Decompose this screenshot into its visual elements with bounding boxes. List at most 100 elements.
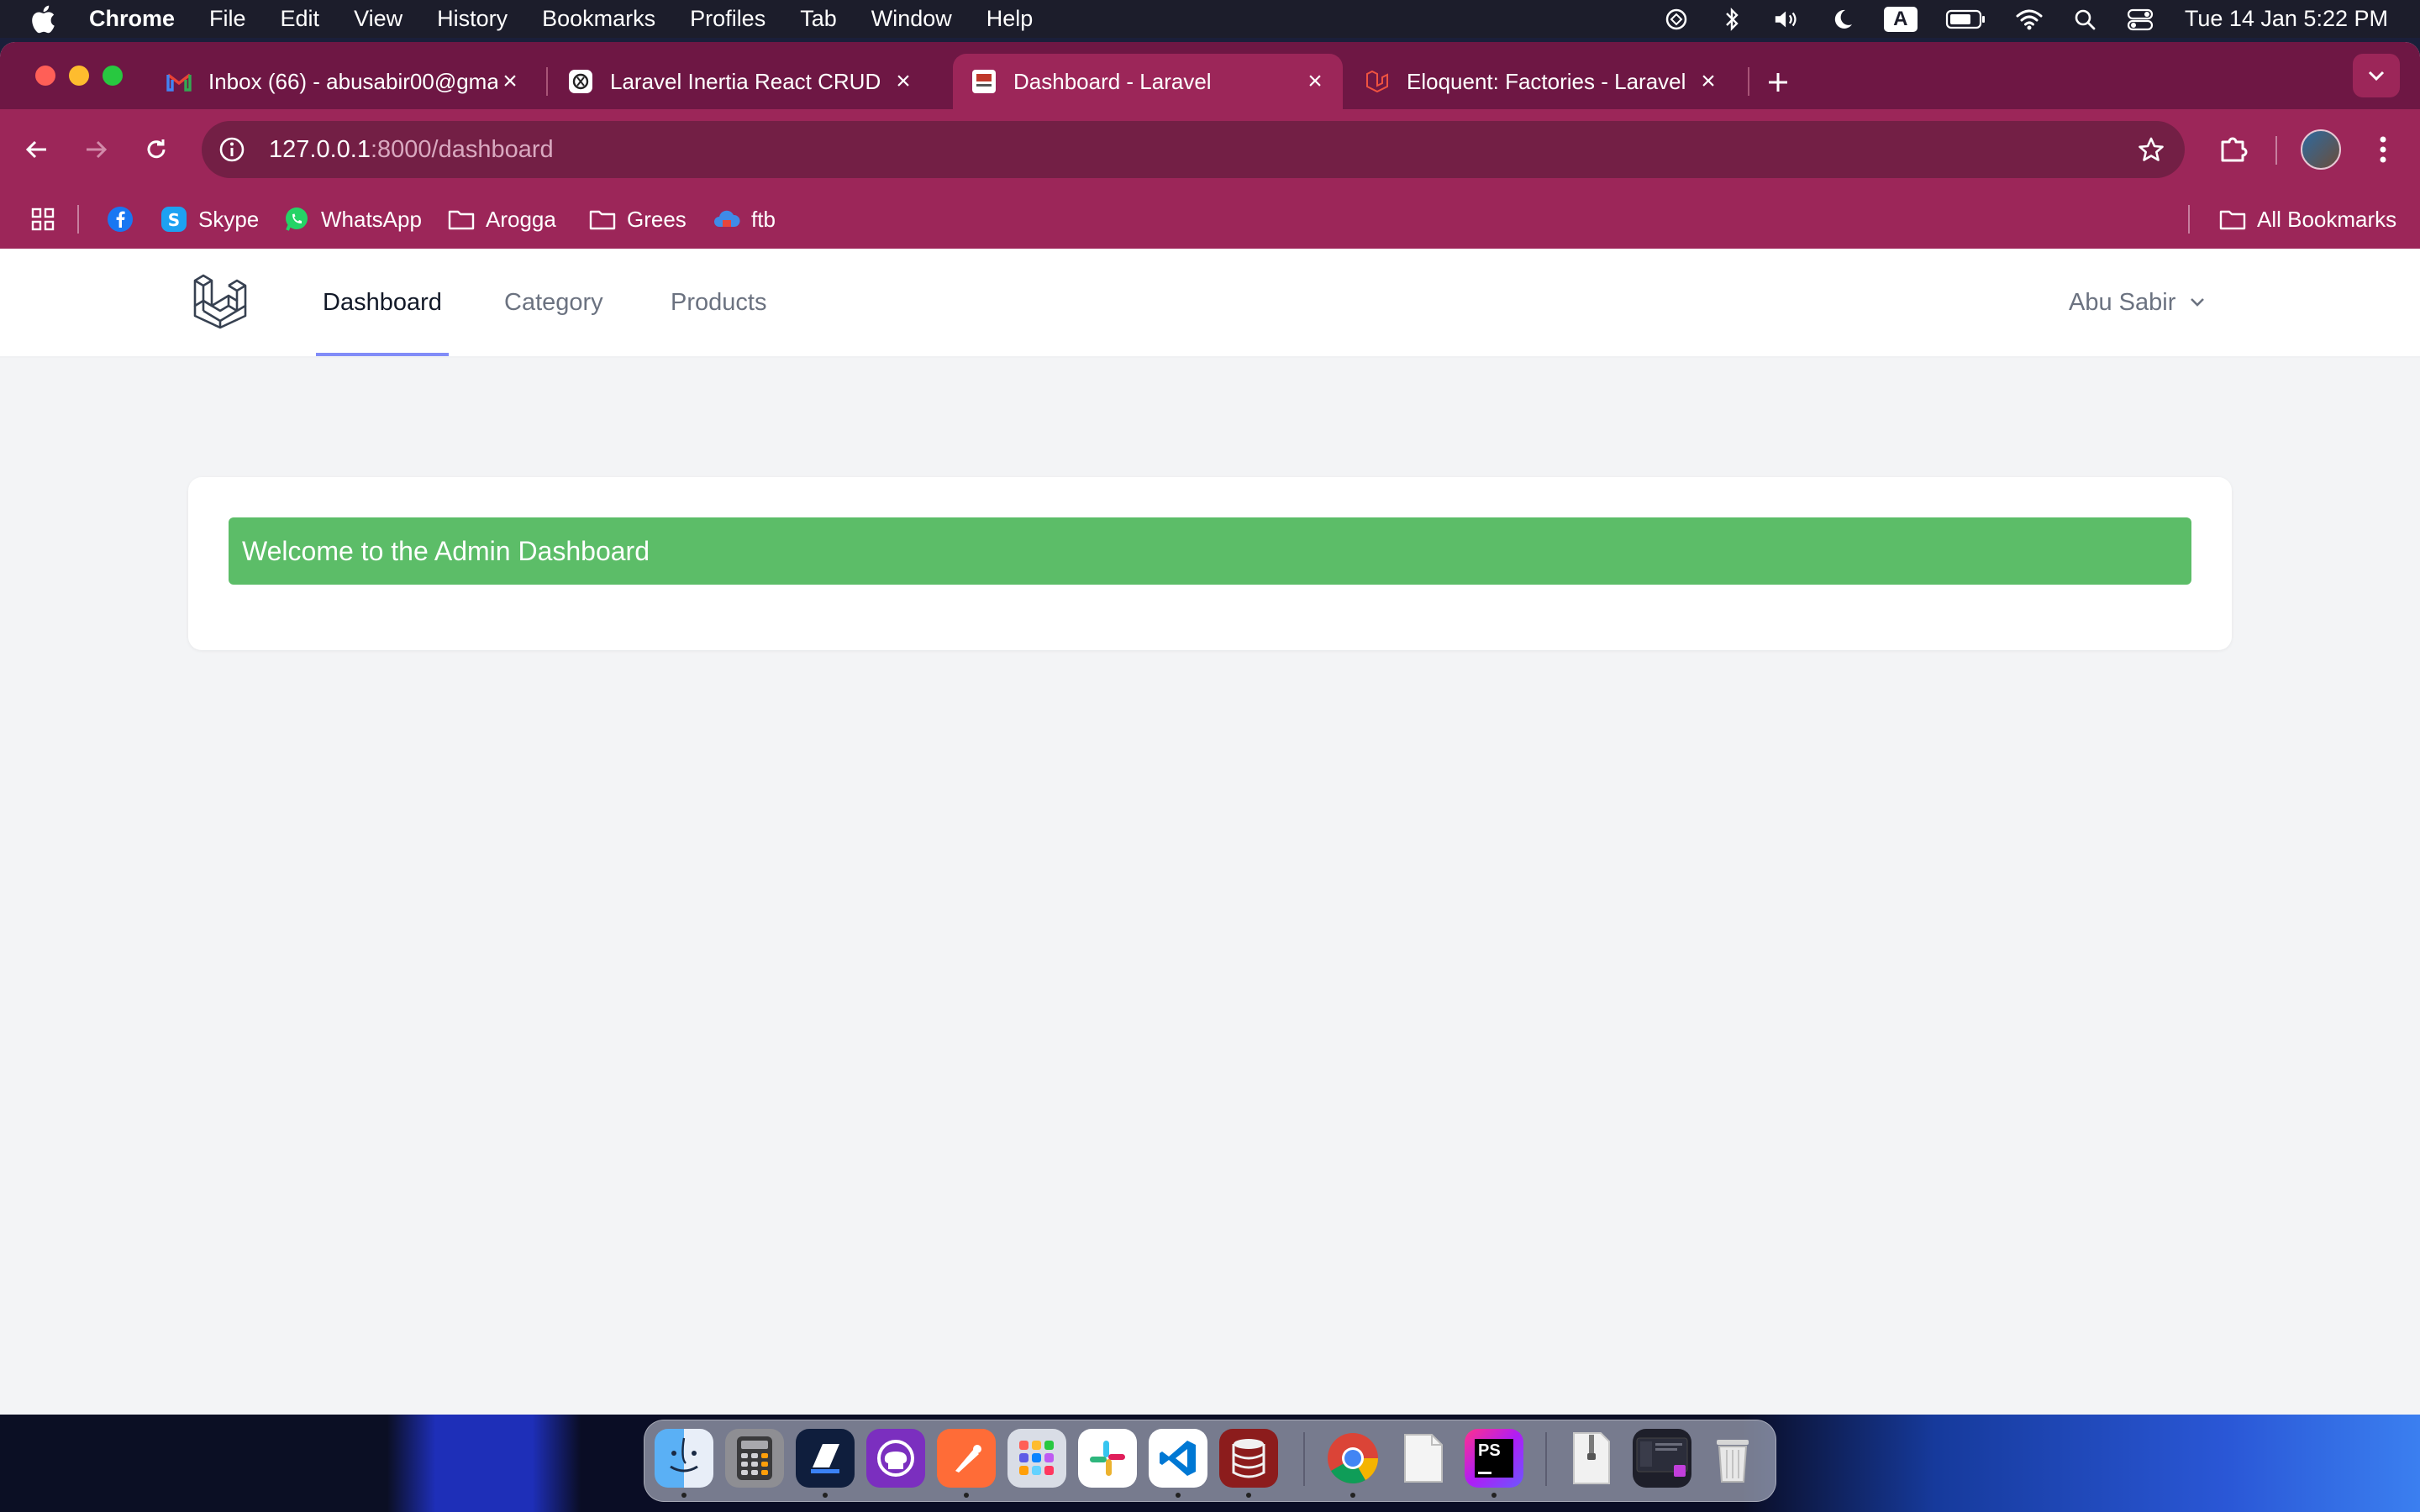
menu-edit[interactable]: Edit [281, 6, 320, 32]
nav-link-label: Products [671, 288, 767, 316]
forward-button[interactable] [76, 129, 116, 170]
running-indicator [1176, 1493, 1181, 1498]
chevron-down-icon [2368, 71, 2385, 81]
bookmark-whatsapp[interactable]: WhatsApp [282, 190, 422, 249]
slack-icon[interactable] [1078, 1429, 1137, 1488]
macos-dock: PS [644, 1420, 1776, 1502]
tab-chatgpt[interactable]: Laravel Inertia React CRUD × [550, 54, 931, 109]
do-not-disturb-icon[interactable] [1828, 7, 1857, 32]
nav-link-category[interactable]: Category [504, 249, 603, 356]
screen-thumbnail-icon[interactable] [1633, 1429, 1691, 1488]
bookmark-ftb[interactable]: ftb [713, 190, 776, 249]
spotlight-search-icon[interactable] [2070, 7, 2099, 32]
all-bookmarks-button[interactable]: All Bookmarks [2218, 190, 2396, 249]
cloud-icon [713, 205, 741, 234]
database-app-icon[interactable] [1219, 1429, 1278, 1488]
menu-bar-clock[interactable]: Tue 14 Jan 5:22 PM [2185, 6, 2388, 32]
close-window-button[interactable] [35, 66, 55, 86]
keyboard-input-icon[interactable]: A [1883, 6, 1918, 32]
dashboard-card: Welcome to the Admin Dashboard [188, 477, 2232, 650]
volume-icon[interactable] [1773, 7, 1802, 32]
address-bar[interactable]: 127.0.0.1:8000/dashboard [202, 121, 2185, 178]
extensions-button[interactable] [2212, 128, 2255, 171]
running-indicator [1246, 1493, 1251, 1498]
close-tab-icon[interactable]: × [1696, 67, 1721, 95]
zip-archive-icon[interactable] [1562, 1429, 1621, 1488]
menu-profiles[interactable]: Profiles [690, 6, 765, 32]
minimize-window-button[interactable] [69, 66, 89, 86]
chatgpt-icon [568, 69, 593, 94]
tab-title: Inbox (66) - abusabir00@gmail.com [208, 68, 497, 94]
tab-title: Laravel Inertia React CRUD [610, 68, 881, 94]
close-tab-icon[interactable]: × [891, 67, 916, 95]
calculator-icon[interactable] [725, 1429, 784, 1488]
control-center-icon[interactable] [2126, 7, 2154, 32]
facebook-icon [106, 205, 134, 234]
bookmark-star-icon[interactable] [2134, 133, 2168, 166]
textedit-icon[interactable] [1394, 1429, 1453, 1488]
avatar [2301, 129, 2341, 170]
window-controls [35, 66, 136, 86]
user-name: Abu Sabir [2069, 288, 2176, 316]
running-indicator [1350, 1493, 1355, 1498]
user-menu-dropdown[interactable]: Abu Sabir [2069, 249, 2209, 356]
laravel-logo-icon[interactable] [192, 272, 249, 329]
skype-icon: S [160, 205, 188, 234]
browser-window: Inbox (66) - abusabir00@gmail.com × Lara… [0, 42, 2420, 1415]
tab-separator [546, 67, 548, 96]
close-tab-icon[interactable]: × [497, 67, 523, 95]
bookmark-facebook[interactable] [106, 190, 145, 249]
bluetooth-icon[interactable] [1718, 7, 1746, 32]
notes-app-icon[interactable] [796, 1429, 855, 1488]
finder-icon[interactable] [655, 1429, 713, 1488]
tab-search-button[interactable] [2353, 54, 2400, 97]
menu-view[interactable]: View [354, 6, 402, 32]
running-indicator [964, 1493, 969, 1498]
github-desktop-icon[interactable] [866, 1429, 925, 1488]
phpstorm-icon[interactable]: PS [1465, 1429, 1523, 1488]
bookmark-folder-arogga[interactable]: Arogga [447, 190, 556, 249]
menu-app-name[interactable]: Chrome [89, 6, 175, 32]
openai-status-icon[interactable] [1662, 7, 1691, 32]
web-page: Dashboard Category Products Abu Sabir We… [0, 249, 2420, 1415]
menu-help[interactable]: Help [986, 6, 1034, 32]
menu-file[interactable]: File [209, 6, 246, 32]
phpstorm-underline [1478, 1472, 1491, 1474]
battery-icon[interactable] [1944, 7, 1988, 32]
url-host: 127.0.0.1 [269, 135, 371, 163]
menu-bookmarks[interactable]: Bookmarks [542, 6, 655, 32]
bookmark-skype[interactable]: S Skype [160, 190, 259, 249]
vscode-icon[interactable] [1149, 1429, 1207, 1488]
wifi-icon[interactable] [2015, 7, 2044, 32]
menu-tab[interactable]: Tab [800, 6, 837, 32]
reload-button[interactable] [136, 129, 176, 170]
apple-icon[interactable] [30, 4, 59, 34]
puzzle-icon [2221, 137, 2248, 162]
launchpad-icon[interactable] [1007, 1429, 1066, 1488]
running-indicator [823, 1493, 828, 1498]
apps-button[interactable] [29, 190, 67, 249]
menu-history[interactable]: History [437, 6, 508, 32]
apps-grid-icon [29, 205, 57, 234]
welcome-message: Welcome to the Admin Dashboard [242, 535, 650, 566]
close-tab-icon[interactable]: × [1302, 67, 1328, 95]
new-tab-button[interactable] [1761, 66, 1795, 99]
menu-window[interactable]: Window [871, 6, 952, 32]
profile-button[interactable] [2299, 128, 2343, 171]
nav-link-products[interactable]: Products [671, 249, 766, 356]
keyboard-input-label: A [1883, 6, 1918, 32]
back-button[interactable] [17, 129, 57, 170]
chrome-icon[interactable] [1323, 1429, 1382, 1488]
fullscreen-window-button[interactable] [103, 66, 123, 86]
tab-gmail[interactable]: Inbox (66) - abusabir00@gmail.com × [148, 54, 538, 109]
chrome-menu-button[interactable] [2361, 128, 2405, 171]
tab-dashboard[interactable]: Dashboard - Laravel × [953, 54, 1343, 109]
postman-icon[interactable] [937, 1429, 996, 1488]
nav-link-dashboard[interactable]: Dashboard [316, 249, 449, 356]
trash-icon[interactable] [1703, 1429, 1762, 1488]
laravel-app-icon [971, 69, 997, 94]
folder-icon [2218, 205, 2247, 234]
site-info-icon[interactable] [215, 133, 249, 166]
bookmark-folder-grees[interactable]: Grees [588, 190, 687, 249]
tab-eloquent-factories[interactable]: Eloquent: Factories - Laravel × [1346, 54, 1736, 109]
